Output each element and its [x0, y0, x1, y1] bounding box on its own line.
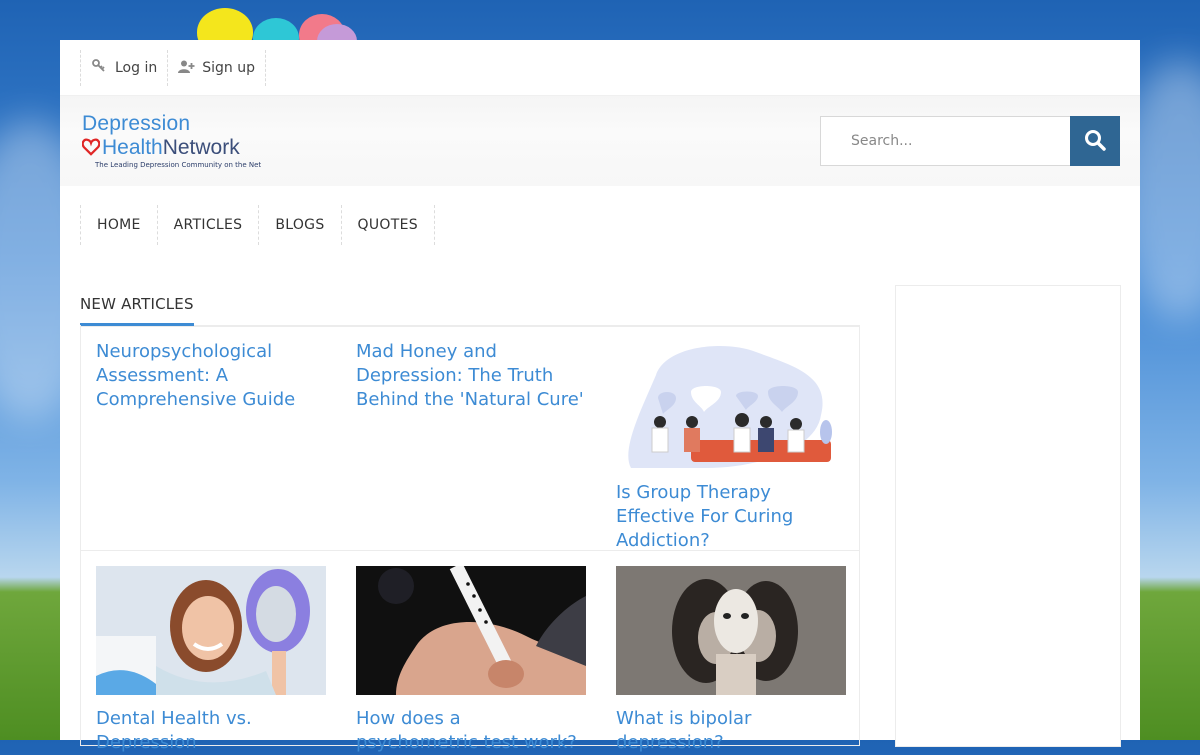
article-card: Mad Honey and Depression: The Truth Behi…: [356, 340, 586, 412]
article-title-link[interactable]: Is Group Therapy Effective For Curing Ad…: [616, 481, 846, 553]
sidebar: [895, 285, 1121, 747]
signup-label: Sign up: [202, 60, 255, 76]
article-title-link[interactable]: Mad Honey and Depression: The Truth Behi…: [356, 340, 586, 412]
article-card: Dental Health vs. Depression: [96, 566, 326, 755]
search-button[interactable]: [1070, 116, 1120, 166]
pen-writing-photo[interactable]: [356, 566, 586, 695]
search-box: [820, 116, 1120, 166]
logo-line2: HealthNetwork: [102, 136, 240, 160]
heart-icon: [81, 138, 101, 161]
articles-grid: Neuropsychological Assessment: A Compreh…: [80, 325, 860, 753]
articles-row: Neuropsychological Assessment: A Compreh…: [81, 325, 859, 551]
article-card: Is Group Therapy Effective For Curing Ad…: [616, 340, 846, 553]
article-card: What is bipolar depression?: [616, 566, 846, 755]
page-container: Log in Sign up Depression HealthNetwork …: [60, 40, 1140, 753]
section-header: NEW ARTICLES: [80, 290, 860, 327]
section-title: NEW ARTICLES: [80, 295, 194, 326]
article-card: Neuropsychological Assessment: A Compreh…: [96, 340, 326, 412]
group-therapy-illustration[interactable]: [616, 340, 846, 469]
nav-articles[interactable]: ARTICLES: [156, 205, 259, 245]
login-label: Log in: [115, 60, 158, 76]
article-title-link[interactable]: Neuropsychological Assessment: A Compreh…: [96, 340, 326, 412]
key-icon: [91, 59, 107, 77]
article-card: How does a psychometric test work?: [356, 566, 586, 755]
top-bar: Log in Sign up: [60, 40, 1140, 96]
logo-line1: Depression: [82, 112, 191, 135]
nav-blogs[interactable]: BLOGS: [258, 205, 340, 245]
article-title-link[interactable]: How does a psychometric test work?: [356, 707, 586, 755]
mask-faces-photo[interactable]: [616, 566, 846, 695]
dentist-photo[interactable]: [96, 566, 326, 695]
site-header: Depression HealthNetwork The Leading Dep…: [60, 96, 1140, 186]
logo-tagline: The Leading Depression Community on the …: [95, 161, 262, 169]
login-link[interactable]: Log in: [80, 50, 167, 86]
signup-link[interactable]: Sign up: [167, 50, 266, 86]
nav-quotes[interactable]: QUOTES: [340, 205, 435, 245]
article-title-link[interactable]: What is bipolar depression?: [616, 707, 846, 755]
main-nav: HOME ARTICLES BLOGS QUOTES: [80, 205, 435, 245]
logo-health: Health: [102, 136, 163, 159]
search-input[interactable]: [820, 116, 1070, 166]
logo-network: Network: [162, 136, 240, 159]
nav-home[interactable]: HOME: [80, 205, 157, 245]
site-logo[interactable]: Depression HealthNetwork The Leading Dep…: [81, 112, 272, 172]
article-title-link[interactable]: Dental Health vs. Depression: [96, 707, 326, 755]
add-user-icon: [178, 60, 195, 77]
search-icon: [1084, 129, 1106, 154]
